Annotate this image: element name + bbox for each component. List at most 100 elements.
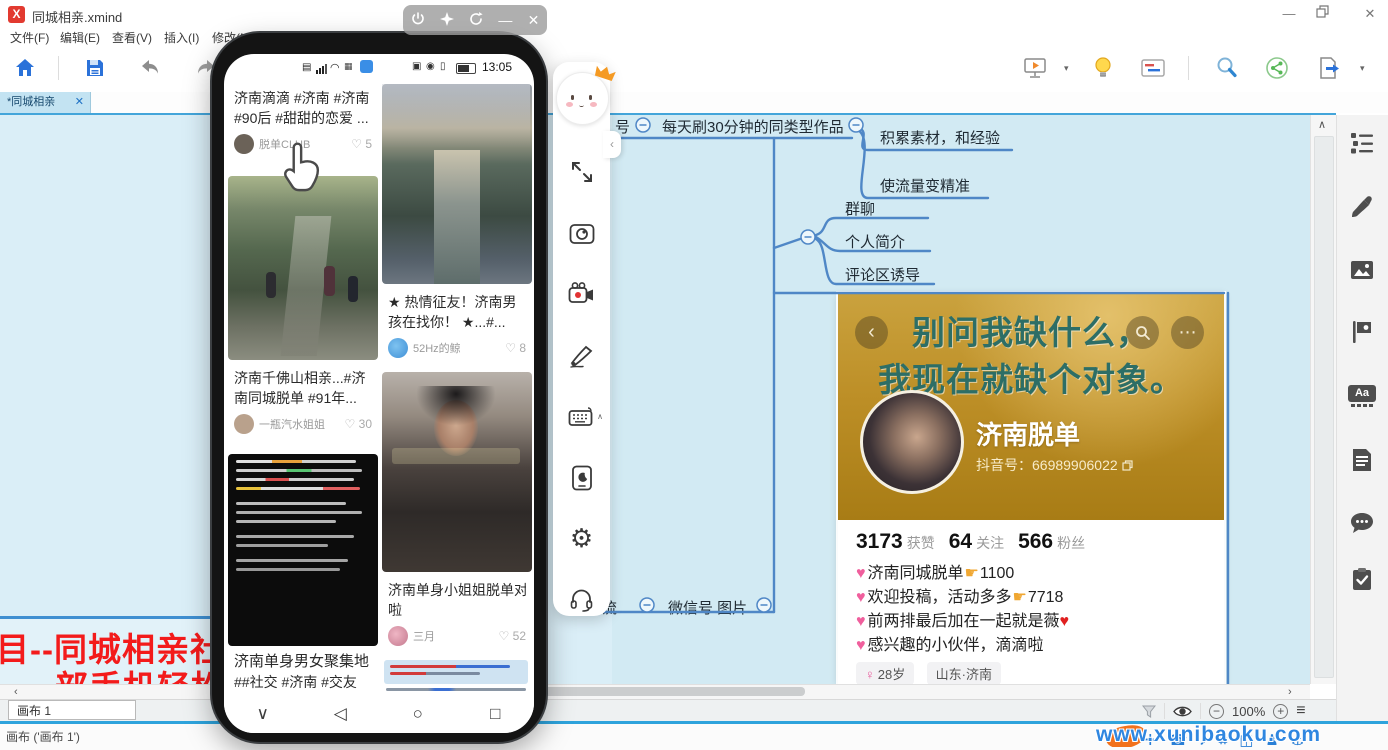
avatar xyxy=(234,134,254,154)
format-panel-button[interactable] xyxy=(1349,194,1375,220)
topic-wechat-image[interactable]: 微信号 图片 xyxy=(668,597,747,618)
scroll-up-icon[interactable]: ∧ xyxy=(1318,118,1326,131)
feed-title: 济南千佛山相亲...#济 xyxy=(234,368,372,388)
feed-card-qianfoshan[interactable]: 济南千佛山相亲...#济 南同城脱单 #91年... 一瓶汽水姐姐 ♡ 30 xyxy=(228,364,378,452)
save-button[interactable] xyxy=(80,53,110,83)
show-hide-eye-icon[interactable] xyxy=(1173,705,1192,718)
zoom-in-button[interactable]: + xyxy=(1273,704,1288,719)
bio-line-3: ♥前两排最后加在一起就是薇♥ xyxy=(856,610,1069,634)
tasks-panel-button[interactable] xyxy=(1349,566,1375,592)
outline-panel-button[interactable] xyxy=(1349,130,1375,156)
screenshot-button[interactable] xyxy=(568,219,595,246)
power-icon[interactable] xyxy=(411,12,425,28)
mirror-toolbar-collapse[interactable]: ‹ xyxy=(603,131,621,158)
canvas-tab[interactable]: 画布 1 xyxy=(8,700,136,720)
record-button[interactable] xyxy=(568,280,595,307)
share-button[interactable] xyxy=(1262,53,1292,83)
idea-button[interactable] xyxy=(1088,53,1118,83)
bio-line-2: ♥欢迎投稿，活动多多☛7718 xyxy=(856,586,1069,610)
feed-user-row[interactable]: 三月 ♡ 52 xyxy=(388,626,526,646)
presentation-caret[interactable]: ▾ xyxy=(1064,63,1069,74)
pedestrian xyxy=(324,266,335,296)
window-restore-button[interactable] xyxy=(1314,5,1330,21)
topic-daily-30min[interactable]: 每天刷30分钟的同类型作品 xyxy=(662,116,844,137)
rotate-icon[interactable] xyxy=(469,12,483,28)
marker-panel-button[interactable] xyxy=(1349,319,1375,345)
style-button[interactable] xyxy=(1138,53,1168,83)
feed-card-singles-hub[interactable]: 济南单身男女聚集地 ##社交 #济南 #交友 xyxy=(228,650,378,694)
feed-user-row[interactable]: 52Hz的鲸 ♡ 8 xyxy=(388,338,526,358)
topic-accumulate-material[interactable]: 积累素材，和经验 xyxy=(880,127,1000,148)
heart-icon: ♡ xyxy=(345,417,356,431)
keyboard-button[interactable]: ∧ xyxy=(568,403,595,430)
toolbar-separator xyxy=(58,56,59,80)
home-button[interactable] xyxy=(10,53,40,83)
scroll-left-icon[interactable]: ‹ xyxy=(14,686,18,698)
topic-personal-profile[interactable]: 个人简介 xyxy=(845,231,905,252)
feed-photo-street-crowd[interactable] xyxy=(228,176,378,360)
mirror-minimize-icon[interactable]: — xyxy=(498,13,512,27)
nav-hide-icon[interactable]: ∨ xyxy=(224,704,302,724)
label-panel-button[interactable]: Aa xyxy=(1349,383,1375,409)
topic-group-chat[interactable]: 群聊 xyxy=(845,198,875,219)
window-minimize-button[interactable]: — xyxy=(1281,6,1297,22)
feed-photo-car-girl[interactable] xyxy=(382,372,532,572)
menu-file[interactable]: 文件(F) xyxy=(10,29,49,46)
feed-card-single-girl[interactable]: 济南单身小姐姐脱单对象 啦 三月 ♡ 52 xyxy=(382,576,532,656)
support-button[interactable] xyxy=(568,586,595,613)
profile-avatar[interactable] xyxy=(860,390,964,494)
comments-panel-button[interactable] xyxy=(1349,510,1375,536)
mascot-avatar[interactable] xyxy=(556,72,609,125)
screen-cast-icon: ▣ xyxy=(412,61,421,72)
nav-recent-icon[interactable]: □ xyxy=(457,704,535,724)
scroll-right-icon[interactable]: › xyxy=(1288,686,1292,698)
vertical-scrollbar-thumb[interactable] xyxy=(1314,136,1334,678)
feed-card-seeking-friends[interactable]: ★ 热情征友！济南男 孩在找你！ ★...#... 52Hz的鲸 ♡ 8 xyxy=(382,288,532,368)
image-panel-button[interactable] xyxy=(1349,257,1375,283)
mirror-close-icon[interactable]: ✕ xyxy=(528,13,540,27)
whale-avatar xyxy=(388,338,408,358)
feed-card-ad[interactable] xyxy=(382,660,532,694)
fit-map-button[interactable]: ≡ xyxy=(1296,702,1305,720)
nav-home-icon[interactable]: ○ xyxy=(379,704,457,724)
home-icon xyxy=(13,56,37,80)
profile-stats: 3173获赞64关注566粉丝 xyxy=(856,530,1099,554)
undo-button[interactable] xyxy=(136,53,166,83)
presentation-button[interactable] xyxy=(1020,53,1050,83)
notes-panel-button[interactable] xyxy=(1349,447,1375,473)
document-tab[interactable]: *同城相亲 ✕ xyxy=(0,92,91,113)
central-topic-red-text[interactable]: 目--同城相亲社群， 部手机轻松实现 xyxy=(0,616,212,687)
douyin-profile-image-topic[interactable]: ‹ ⋯ 别问我缺什么， 我现在就缺个对象。 济南脱单 抖音号：669899060… xyxy=(838,293,1224,684)
window-close-button[interactable]: ✕ xyxy=(1362,6,1378,22)
filter-icon[interactable] xyxy=(1142,705,1156,718)
menu-edit[interactable]: 编辑(E) xyxy=(60,29,100,46)
screen-off-button[interactable] xyxy=(568,464,595,491)
pointer-star-icon[interactable] xyxy=(440,12,454,28)
feed-card-dark-text[interactable] xyxy=(228,454,378,646)
keyboard-caret-icon: ∧ xyxy=(597,412,603,421)
fullscreen-button[interactable] xyxy=(568,158,595,185)
search-icon xyxy=(1214,55,1240,81)
topic-comment-lure[interactable]: 评论区诱导 xyxy=(845,264,920,285)
phone-screen[interactable]: ▤ ◠ ▦ ▣ ◉ ▯ 13:05 济南滴滴 #济南 #济南 #90后 #甜甜的… xyxy=(224,54,534,733)
topic-precise-traffic[interactable]: 使流量变精准 xyxy=(880,175,970,196)
feed-title: 孩在找你！ ★...#... xyxy=(388,312,526,332)
toolbar-separator xyxy=(1188,56,1189,80)
copy-icon[interactable] xyxy=(1122,460,1133,471)
settings-button[interactable]: ⚙ xyxy=(568,525,595,552)
tab-close-icon[interactable]: ✕ xyxy=(75,92,84,113)
draw-button[interactable] xyxy=(568,342,595,369)
export-button[interactable] xyxy=(1314,53,1344,83)
feed-user-row[interactable]: 一瓶汽水姐姐 ♡ 30 xyxy=(234,414,372,434)
flag-icon xyxy=(1351,320,1373,344)
presentation-icon xyxy=(1022,55,1048,81)
nav-back-icon[interactable]: ◁ xyxy=(302,704,380,724)
menu-insert[interactable]: 插入(I) xyxy=(164,29,199,46)
zoom-out-button[interactable]: − xyxy=(1209,704,1224,719)
search-button[interactable] xyxy=(1212,53,1242,83)
phone-mirror-window[interactable]: ▤ ◠ ▦ ▣ ◉ ▯ 13:05 济南滴滴 #济南 #济南 #90后 #甜甜的… xyxy=(212,33,546,742)
save-icon xyxy=(83,56,107,80)
export-caret[interactable]: ▾ xyxy=(1360,63,1365,74)
menu-view[interactable]: 查看(V) xyxy=(112,29,152,46)
feed-photo-canal[interactable] xyxy=(382,84,532,284)
